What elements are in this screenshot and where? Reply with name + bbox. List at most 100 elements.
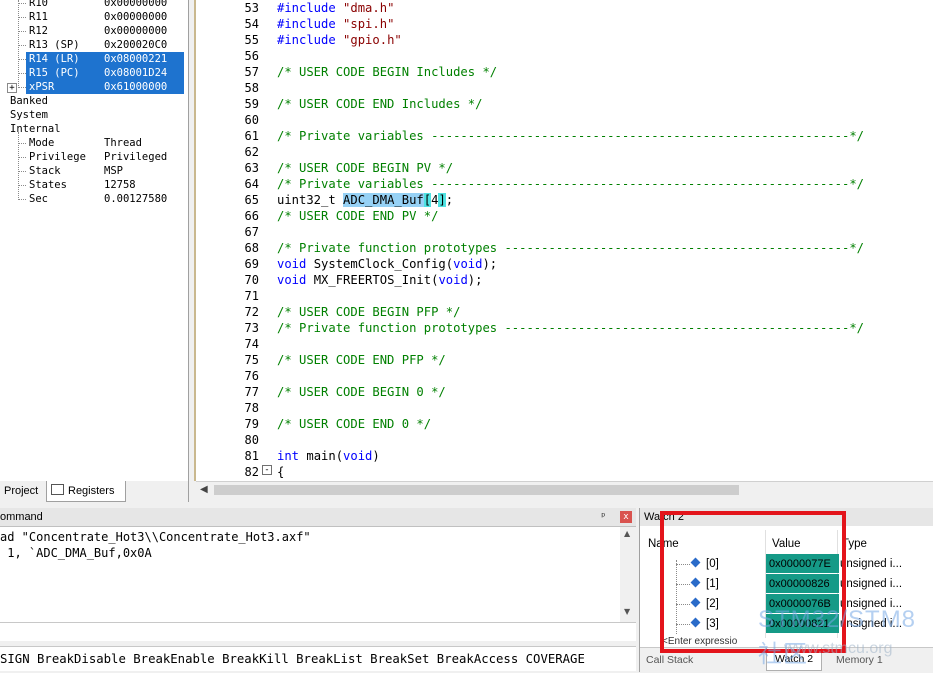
tree-connector	[18, 171, 26, 172]
code-line[interactable]: #include "gpio.h"	[277, 32, 402, 48]
code-line[interactable]: /* USER CODE END Includes */	[277, 96, 482, 112]
watch-item-value[interactable]: 0x00000826	[766, 574, 839, 593]
code-line[interactable]: {	[277, 464, 284, 480]
register-row[interactable]: R14 (LR) 0x08000221	[26, 52, 184, 66]
code-token: )	[372, 449, 380, 463]
tab-call-stack[interactable]: Call Stack	[646, 654, 693, 666]
register-name: R15 (PC)	[29, 67, 80, 79]
watch-column-value[interactable]: Value	[772, 534, 801, 554]
code-token: /* Private function prototypes ---------…	[277, 321, 864, 335]
enter-expression-field[interactable]: <Enter expressio	[662, 636, 737, 647]
register-row[interactable]: R13 (SP) 0x200020C0	[0, 38, 184, 52]
internal-value: 12758	[104, 179, 136, 191]
code-token: ;	[445, 193, 454, 207]
internal-value: MSP	[104, 165, 123, 177]
line-number: 67	[244, 225, 259, 239]
code-token: "spi.h"	[343, 17, 395, 31]
registers-panel: R10 0x00000000 R11 0x00000000 R12 0x00000000 R…	[0, 0, 189, 481]
code-editor[interactable]: 53 #include "dma.h" 54 #include "spi.h" 55 #i…	[194, 0, 933, 481]
pin-icon[interactable]: ᵖ	[600, 508, 607, 526]
line-number: 59	[244, 97, 259, 111]
code-line[interactable]: /* USER CODE END 0 */	[277, 416, 431, 432]
tab-memory1[interactable]: Memory 1	[836, 654, 883, 666]
scroll-left-icon[interactable]: ◀	[200, 484, 208, 495]
tab-project[interactable]: Project	[0, 481, 48, 501]
code-line[interactable]: /* USER CODE BEGIN 0 */	[277, 384, 446, 400]
register-name: R11	[29, 11, 48, 23]
code-line[interactable]: /* USER CODE BEGIN PFP */	[277, 304, 460, 320]
code-line[interactable]: void MX_FREERTOS_Init(void);	[277, 272, 482, 288]
register-row[interactable]: R10 0x00000000	[0, 0, 184, 10]
scroll-down-icon[interactable]: ▼	[624, 607, 630, 616]
command-output: ad "Concentrate_Hot3\\Concentrate_Hot3.a…	[0, 527, 620, 622]
tab-watch2[interactable]: Watch 2	[766, 648, 823, 671]
register-value: 0x00000000	[104, 0, 168, 9]
watch-row[interactable]: [3] 0x00000821 unsigned i...	[640, 614, 933, 634]
watch-row[interactable]: [2] 0x0000076B unsigned i...	[640, 594, 933, 614]
code-token: );	[482, 257, 498, 271]
watch-item-type: unsigned i...	[840, 598, 903, 610]
code-line[interactable]: /* USER CODE END PV */	[277, 208, 438, 224]
register-row[interactable]: R11 0x00000000	[0, 10, 184, 24]
line-number: 63	[244, 161, 259, 175]
command-keyword-bar: SIGN BreakDisable BreakEnable BreakKill …	[0, 646, 636, 671]
line-number: 81	[244, 449, 259, 463]
code-line[interactable]: int main(void)	[277, 448, 380, 464]
tree-connector	[18, 73, 26, 74]
code-token: /* Private function prototypes ---------…	[277, 241, 864, 255]
watch-item-value[interactable]: 0x0000077E	[766, 554, 839, 573]
variable-icon	[690, 577, 701, 588]
register-row[interactable]: xPSR 0x61000000	[26, 80, 184, 94]
command-output-line: ad "Concentrate_Hot3\\Concentrate_Hot3.a…	[0, 530, 311, 544]
code-line[interactable]: /* USER CODE END PFP */	[277, 352, 446, 368]
code-line[interactable]: /* Private variables -------------------…	[277, 176, 864, 192]
tab-registers[interactable]: Registers	[46, 481, 126, 502]
code-line[interactable]: uint32_t ADC_DMA_Buf[4];	[277, 192, 453, 208]
line-number: 66	[244, 209, 259, 223]
code-token: /* Private variables -------------------…	[277, 177, 864, 191]
fold-collapse-icon[interactable]: -	[262, 465, 272, 475]
watch-item-value[interactable]: 0x0000076B	[766, 594, 839, 613]
register-name: xPSR	[29, 81, 55, 93]
register-group-label: Banked	[10, 95, 48, 107]
code-line[interactable]: void SystemClock_Config(void);	[277, 256, 497, 272]
code-line[interactable]: /* Private variables -------------------…	[277, 128, 864, 144]
code-line[interactable]: /* Private function prototypes ---------…	[277, 320, 864, 336]
watch-column-type[interactable]: Type	[842, 534, 867, 554]
code-line[interactable]: /* USER CODE BEGIN PV */	[277, 160, 453, 176]
code-line[interactable]: /* USER CODE BEGIN Includes */	[277, 64, 497, 80]
line-number: 69	[244, 257, 259, 271]
left-panel-tabs: Project Registers	[0, 481, 189, 502]
code-line[interactable]: /* Private function prototypes ---------…	[277, 240, 864, 256]
watch-item-value[interactable]: 0x00000821	[766, 614, 839, 633]
watch-item-index: [1]	[706, 578, 719, 590]
line-number: 82	[244, 465, 259, 479]
editor-horizontal-scrollbar[interactable]: ◀	[196, 481, 933, 499]
register-row[interactable]: R15 (PC) 0x08001D24	[26, 66, 184, 80]
code-token: void	[277, 257, 307, 271]
code-line[interactable]: #include "spi.h"	[277, 16, 394, 32]
line-number: 72	[244, 305, 259, 319]
register-value: 0x08000221	[104, 53, 168, 65]
code-token: int	[277, 449, 300, 463]
code-token: ]	[438, 193, 446, 207]
command-vertical-scrollbar[interactable]: ▲ ▼	[620, 527, 636, 622]
register-row[interactable]: R12 0x00000000	[0, 24, 184, 38]
scroll-up-icon[interactable]: ▲	[624, 529, 630, 538]
close-icon[interactable]: x	[620, 511, 632, 523]
watch-row[interactable]: [1] 0x00000826 unsigned i...	[640, 574, 933, 594]
line-number: 62	[244, 145, 259, 159]
tree-connector	[18, 45, 26, 46]
scrollbar-thumb[interactable]	[214, 485, 739, 495]
command-input[interactable]	[0, 622, 636, 641]
watch-column-name[interactable]: Name	[648, 534, 679, 554]
internal-name: Sec	[29, 193, 48, 205]
watch-row[interactable]: [0] 0x0000077E unsigned i...	[640, 554, 933, 574]
line-number: 76	[244, 369, 259, 383]
expand-icon[interactable]: +	[7, 83, 17, 93]
code-line[interactable]: #include "dma.h"	[277, 0, 394, 16]
tree-connector	[18, 199, 26, 200]
line-number: 56	[244, 49, 259, 63]
register-value: 0x200020C0	[104, 39, 168, 51]
internal-name: States	[29, 179, 67, 191]
